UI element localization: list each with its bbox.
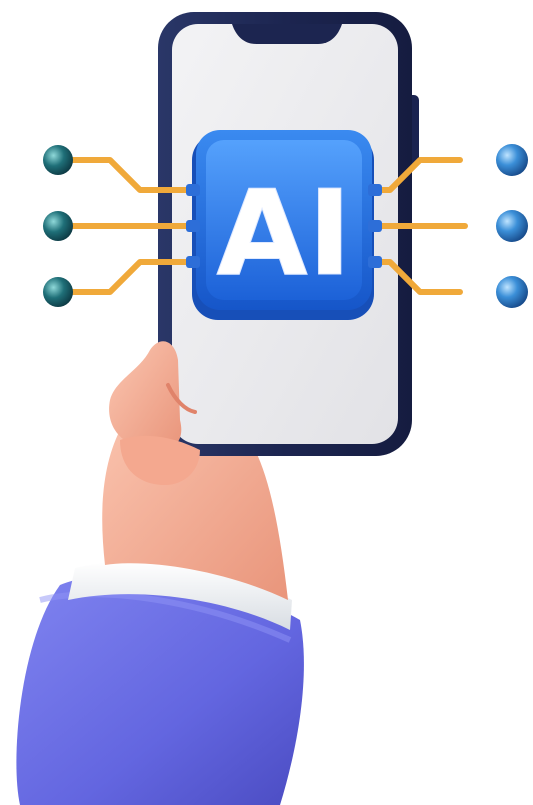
circuit-nodes-left [43,145,73,307]
circuit-nodes-right [496,144,528,308]
illustration-canvas: AI [16,12,528,805]
ai-chip-label: AI [216,164,351,302]
ai-phone-illustration: AI [0,0,533,805]
